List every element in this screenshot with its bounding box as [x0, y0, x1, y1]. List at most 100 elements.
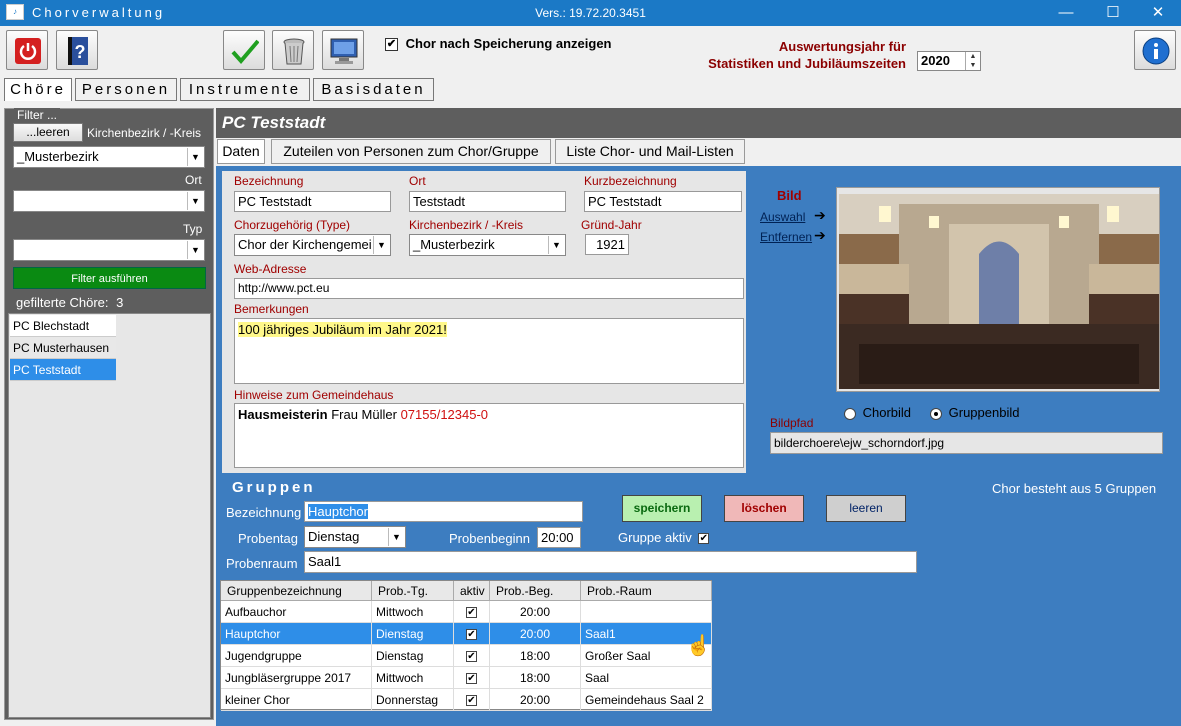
gruppe-bez-value: Hauptchor: [308, 504, 368, 519]
hinweis-role: Hausmeisterin: [238, 407, 328, 422]
radio-chorbild[interactable]: [844, 407, 856, 420]
probenraum-field[interactable]: Saal1: [304, 551, 917, 573]
bild-entfernen-link[interactable]: Entfernen: [760, 230, 812, 244]
gruend-jahr-field[interactable]: 1921: [585, 234, 629, 255]
table-cell[interactable]: Gemeindehaus Saal 2: [581, 689, 712, 711]
maximize-button[interactable]: ☐: [1090, 0, 1136, 26]
aktiv-checkbox[interactable]: ✔: [466, 651, 477, 663]
table-cell[interactable]: Mittwoch: [372, 601, 454, 623]
show-after-save-checkbox[interactable]: ✔: [385, 38, 398, 52]
table-cell-selected[interactable]: 20:00: [490, 623, 581, 645]
probentag-label: Probentag: [238, 531, 298, 546]
tab-personen[interactable]: Personen: [75, 78, 177, 101]
bemerkungen-field[interactable]: 100 jähriges Jubiläum im Jahr 2021!: [234, 318, 744, 384]
trash-icon: [283, 38, 305, 65]
table-cell[interactable]: 20:00: [490, 601, 581, 623]
table-header-cell[interactable]: Prob.-Raum: [581, 581, 712, 601]
table-header-cell[interactable]: aktiv: [454, 581, 490, 601]
tab-basisdaten[interactable]: Basisdaten: [313, 78, 434, 101]
web-label: Web-Adresse: [234, 262, 307, 276]
web-field[interactable]: http://www.pct.eu: [234, 278, 744, 299]
table-header-cell[interactable]: Gruppenbezeichnung: [221, 581, 372, 601]
list-item[interactable]: PC Blechstadt: [10, 315, 116, 337]
tab-zuteilen[interactable]: Zuteilen von Personen zum Chor/Gruppe: [271, 139, 551, 164]
bild-auswahl-link[interactable]: Auswahl: [760, 210, 805, 224]
table-cell[interactable]: [581, 601, 712, 623]
tab-instrumente[interactable]: Instrumente: [180, 78, 310, 101]
table-cell[interactable]: 18:00: [490, 667, 581, 689]
evaluation-year-spinner[interactable]: 2020 ▲ ▼: [917, 51, 981, 71]
show-after-save-option[interactable]: ✔ Chor nach Speicherung anzeigen: [385, 36, 612, 52]
year-spin-arrows[interactable]: ▲ ▼: [965, 52, 980, 70]
table-cell[interactable]: ✔: [454, 667, 490, 689]
tab-choere[interactable]: Chöre: [4, 78, 72, 101]
radio-chorbild-option[interactable]: Chorbild: [844, 405, 911, 420]
chevron-down-icon: ▼: [548, 236, 564, 254]
gruppe-clear-button[interactable]: leeren: [826, 495, 906, 522]
close-button[interactable]: ✕: [1135, 0, 1181, 26]
table-cell[interactable]: Jungbläsergruppe 2017: [221, 667, 372, 689]
help-button[interactable]: ?: [56, 30, 98, 70]
filter-run-button[interactable]: Filter ausführen: [13, 267, 206, 289]
table-cell[interactable]: Jugendgruppe: [221, 645, 372, 667]
arrow-right-icon: ➔: [814, 207, 826, 223]
probenbeginn-field[interactable]: 20:00: [537, 527, 581, 548]
table-cell[interactable]: ✔: [454, 689, 490, 711]
list-item-selected[interactable]: PC Teststadt: [10, 359, 116, 381]
type-label: Chorzugehörig (Type): [234, 218, 351, 232]
table-cell[interactable]: Aufbauchor: [221, 601, 372, 623]
power-icon: [15, 38, 41, 64]
kreis-select[interactable]: _Musterbezirk ▼: [409, 234, 566, 256]
table-cell[interactable]: kleiner Chor: [221, 689, 372, 711]
gruppe-aktiv-option[interactable]: Gruppe aktiv ✔: [618, 530, 710, 545]
filtered-count-label: gefilterte Chöre:: [16, 295, 109, 310]
gruppe-bez-field[interactable]: Hauptchor: [304, 501, 583, 522]
gruppe-delete-button[interactable]: löschen: [724, 495, 804, 522]
table-cell[interactable]: 18:00: [490, 645, 581, 667]
table-cell[interactable]: ✔: [454, 601, 490, 623]
table-cell[interactable]: Dienstag: [372, 645, 454, 667]
power-button[interactable]: [6, 30, 48, 70]
table-cell[interactable]: 20:00: [490, 689, 581, 711]
display-button[interactable]: [322, 30, 364, 70]
radio-gruppenbild[interactable]: [930, 407, 942, 420]
table-cell-selected[interactable]: ✔: [454, 623, 490, 645]
list-item[interactable]: PC Musterhausen: [10, 337, 116, 359]
filter-typ-select[interactable]: ▼: [13, 239, 205, 261]
aktiv-checkbox[interactable]: ✔: [466, 607, 477, 619]
tab-listen[interactable]: Liste Chor- und Mail-Listen: [555, 139, 745, 164]
aktiv-checkbox[interactable]: ✔: [466, 695, 477, 707]
gruppe-save-button[interactable]: speichern: [622, 495, 702, 522]
radio-gruppenbild-label: Gruppenbild: [948, 405, 1020, 420]
info-button[interactable]: [1134, 30, 1176, 70]
tab-daten[interactable]: Daten: [217, 139, 265, 164]
table-header-cell[interactable]: Prob.-Tg.: [372, 581, 454, 601]
delete-button[interactable]: [272, 30, 314, 70]
bildpfad-field[interactable]: bilderchoere\ejw_schorndorf.jpg: [770, 432, 1163, 454]
chevron-down-icon: ▼: [187, 192, 203, 210]
table-cell[interactable]: Donnerstag: [372, 689, 454, 711]
filter-kreis-select[interactable]: _Musterbezirk ▼: [13, 146, 205, 168]
table-cell[interactable]: Mittwoch: [372, 667, 454, 689]
type-select[interactable]: Chor der Kirchengemei ▼: [234, 234, 391, 256]
save-button[interactable]: [223, 30, 265, 70]
radio-gruppenbild-option[interactable]: Gruppenbild: [930, 405, 1019, 420]
table-cell-selected[interactable]: Dienstag: [372, 623, 454, 645]
minimize-button[interactable]: —: [1043, 0, 1089, 26]
chevron-down-icon: ▼: [187, 148, 203, 166]
filter-ort-select[interactable]: ▼: [13, 190, 205, 212]
table-cell-selected[interactable]: Hauptchor: [221, 623, 372, 645]
evaluation-label-line2: Statistiken und Jubiläumszeiten: [708, 56, 906, 71]
kurzbezeichnung-field[interactable]: PC Teststadt: [584, 191, 742, 212]
table-cell[interactable]: ✔: [454, 645, 490, 667]
bezeichnung-field[interactable]: PC Teststadt: [234, 191, 391, 212]
aktiv-checkbox[interactable]: ✔: [466, 629, 477, 641]
probentag-select[interactable]: Dienstag ▼: [304, 526, 406, 548]
filter-clear-button[interactable]: ...leeren: [13, 123, 83, 142]
hinweise-field[interactable]: Hausmeisterin Frau Müller 07155/12345-0: [234, 403, 744, 468]
aktiv-checkbox[interactable]: ✔: [466, 673, 477, 685]
gruppe-aktiv-checkbox[interactable]: ✔: [698, 533, 710, 545]
ort-field[interactable]: Teststadt: [409, 191, 566, 212]
table-cell[interactable]: Saal: [581, 667, 712, 689]
table-header-cell[interactable]: Prob.-Beg.: [490, 581, 581, 601]
